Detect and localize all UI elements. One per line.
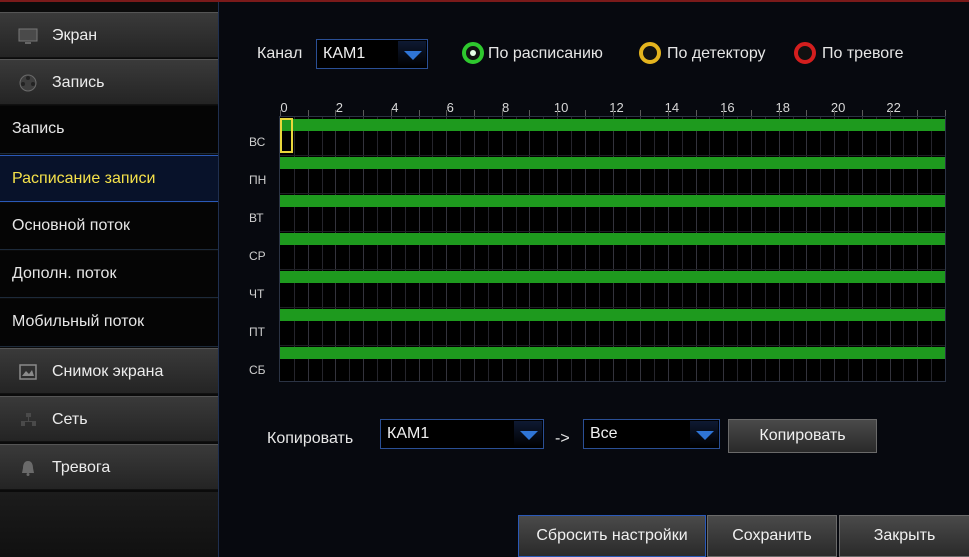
radio-detector-label: По детектору: [667, 45, 766, 62]
row-separator: [280, 345, 945, 346]
sidebar-subitem-label: Дополн. поток: [12, 265, 117, 282]
copy-to-select[interactable]: Все: [583, 419, 720, 449]
reset-button-label: Сбросить настройки: [536, 527, 688, 544]
hour-tick-label: 20: [830, 100, 846, 115]
schedule-bar-1[interactable]: [280, 157, 945, 169]
schedule-bar-6[interactable]: [280, 347, 945, 359]
hour-tick-label: 14: [664, 100, 680, 115]
sidebar-item-label: Запись: [52, 74, 105, 91]
day-label: ЧТ: [249, 287, 265, 301]
sidebar-subitem-label: Запись: [12, 120, 65, 137]
day-label: ПТ: [249, 325, 265, 339]
save-button-label: Сохранить: [732, 527, 812, 544]
channel-select[interactable]: КАМ1: [316, 39, 428, 69]
row-separator: [280, 193, 945, 194]
sidebar-item-label: Снимок экрана: [52, 363, 164, 380]
sidebar-item-label: Тревога: [52, 459, 111, 476]
film-reel-icon: [18, 73, 38, 93]
hour-tick-label: 8: [502, 100, 510, 115]
chevron-down-icon: [398, 41, 426, 67]
hour-tick-label: 18: [775, 100, 790, 115]
sidebar-item-screen[interactable]: Экран: [0, 12, 218, 58]
channel-label: Канал: [257, 45, 303, 62]
sidebar-subitem-label: Мобильный поток: [12, 313, 145, 330]
alarm-bell-icon: [18, 458, 38, 478]
hour-tick-label: 22: [886, 100, 901, 115]
day-label: СБ: [249, 363, 266, 377]
copy-label: Копировать: [267, 430, 354, 447]
sidebar-footer: [0, 492, 218, 557]
copy-from-value: КАМ1: [387, 425, 430, 442]
radio-detector[interactable]: [639, 42, 661, 64]
day-label: СР: [249, 249, 266, 263]
sidebar-item-label: Сеть: [52, 411, 88, 428]
chevron-down-icon: [514, 421, 542, 447]
hour-tick-label: 6: [446, 100, 454, 115]
row-separator: [280, 269, 945, 270]
hour-tick-label: 4: [391, 100, 399, 115]
radio-schedule-label: По расписанию: [488, 45, 603, 62]
schedule-bar-3[interactable]: [280, 233, 945, 245]
sidebar-item-label: Экран: [52, 27, 98, 44]
copy-button-label: Копировать: [759, 427, 846, 444]
close-button-label: Закрыть: [873, 527, 936, 544]
row-separator: [280, 155, 945, 156]
sidebar-subitem-label: Основной поток: [12, 217, 131, 234]
close-button[interactable]: Закрыть: [839, 515, 969, 557]
schedule-grid[interactable]: [279, 116, 946, 382]
snapshot-icon: [18, 362, 38, 382]
day-label: ПН: [249, 173, 267, 187]
network-icon: [18, 410, 38, 430]
channel-select-value: КАМ1: [323, 45, 366, 62]
hour-tick-label: 10: [553, 100, 569, 115]
selected-cell[interactable]: [280, 118, 293, 153]
sidebar-subitem-mobile-stream[interactable]: Мобильный поток: [0, 299, 218, 347]
sidebar-subitem-label: Расписание записи: [12, 170, 156, 187]
row-separator: [280, 307, 945, 308]
copy-from-select[interactable]: КАМ1: [380, 419, 544, 449]
day-label: ВС: [249, 135, 266, 149]
radio-alarm[interactable]: [794, 42, 816, 64]
sidebar-item-network[interactable]: Сеть: [0, 396, 218, 442]
sidebar: Экран Запись Запись Расписание записи Ос…: [0, 2, 218, 557]
save-button[interactable]: Сохранить: [707, 515, 837, 557]
radio-schedule[interactable]: [462, 42, 484, 64]
monitor-icon: [18, 26, 38, 46]
sidebar-subitem-record[interactable]: Запись: [0, 106, 218, 154]
day-label: ВТ: [249, 211, 264, 225]
sidebar-item-alarm[interactable]: Тревога: [0, 444, 218, 490]
hour-tick-label: 12: [609, 100, 624, 115]
schedule-bar-0[interactable]: [280, 119, 945, 131]
schedule-bar-2[interactable]: [280, 195, 945, 207]
sidebar-item-screenshot[interactable]: Снимок экрана: [0, 348, 218, 394]
sidebar-subitem-record-schedule[interactable]: Расписание записи: [0, 155, 218, 202]
row-separator: [280, 231, 945, 232]
sidebar-subitem-main-stream[interactable]: Основной поток: [0, 203, 218, 250]
main-panel: Канал КАМ1 По расписанию По детектору По…: [218, 2, 969, 557]
sidebar-item-record[interactable]: Запись: [0, 59, 218, 105]
hour-tick-label: 2: [335, 100, 344, 115]
radio-alarm-label: По тревоге: [822, 45, 904, 62]
copy-button[interactable]: Копировать: [728, 419, 877, 453]
copy-to-value: Все: [590, 425, 618, 442]
chevron-down-icon: [690, 421, 718, 447]
hour-tick-label: 0: [280, 100, 288, 115]
schedule-bar-5[interactable]: [280, 309, 945, 321]
reset-settings-button[interactable]: Сбросить настройки: [518, 515, 706, 557]
copy-arrow: ->: [555, 430, 570, 447]
schedule-bar-4[interactable]: [280, 271, 945, 283]
hour-tick-label: 16: [720, 100, 735, 115]
sidebar-subitem-sub-stream[interactable]: Дополн. поток: [0, 251, 218, 298]
